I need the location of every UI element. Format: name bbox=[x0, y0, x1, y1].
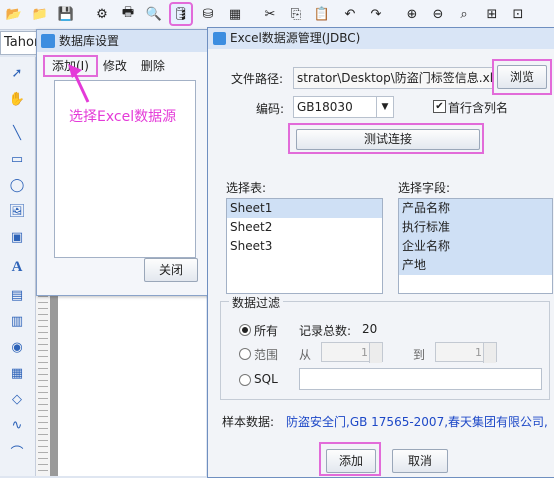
undo-icon[interactable]: ↶ bbox=[340, 4, 360, 24]
annotation-arrow bbox=[68, 64, 90, 103]
label-paper[interactable] bbox=[58, 296, 206, 476]
dialog-title-bar: 数据库设置 bbox=[37, 30, 207, 52]
database-icon[interactable]: 🛢 bbox=[169, 2, 193, 26]
arc-tool-icon[interactable]: ⌒ bbox=[7, 441, 27, 461]
main-toolbar: 📂 📁 💾 ⚙ 🖶 🔍 🛢 ⛁ ▦ ✂ ⎘ 📋 ↶ ↷ ⊕ ⊖ ⌕ ⊞ ⊡ bbox=[0, 0, 554, 30]
cut-icon[interactable]: ✂ bbox=[260, 4, 280, 24]
field-item[interactable]: 企业名称 bbox=[399, 237, 552, 256]
to-label: 到 bbox=[413, 348, 426, 362]
from-stepper[interactable]: 1 bbox=[321, 342, 383, 363]
radio-range[interactable] bbox=[239, 348, 251, 360]
dialog-title: Excel数据源管理(JDBC) bbox=[230, 31, 361, 45]
field-item[interactable]: 执行标准 bbox=[399, 218, 552, 237]
from-label: 从 bbox=[299, 348, 312, 362]
record-total-label: 记录总数: bbox=[299, 324, 352, 338]
picture-tool-icon[interactable]: ▣ bbox=[7, 227, 27, 247]
fit-window-icon[interactable]: ⊞ bbox=[482, 4, 502, 24]
rectangle-tool-icon[interactable]: ▭ bbox=[7, 149, 27, 169]
sample-data: 防盗安全门,GB 17565-2007,春天集团有限公司, bbox=[286, 415, 548, 429]
radio-range-label: 范围 bbox=[254, 348, 279, 362]
grid-icon[interactable]: ▦ bbox=[225, 4, 245, 24]
to-stepper[interactable]: 1 bbox=[435, 342, 497, 363]
field-item[interactable]: 产品名称 bbox=[399, 199, 552, 218]
rfid-tool-icon[interactable]: ▥ bbox=[7, 311, 27, 331]
tables-label: 选择表: bbox=[226, 181, 267, 195]
dialog-title-bar: Excel数据源管理(JDBC) bbox=[208, 28, 554, 49]
annotation-label: 选择Excel数据源 bbox=[69, 109, 177, 125]
radio-sql-label: SQL bbox=[254, 372, 278, 386]
table-list[interactable]: Sheet1 Sheet2 Sheet3 bbox=[226, 198, 383, 294]
pointer-icon[interactable]: ➚ bbox=[7, 63, 27, 83]
from-value: 1 bbox=[361, 346, 368, 359]
open-folder-icon[interactable]: 📂 bbox=[4, 4, 24, 24]
chevron-down-icon[interactable]: ▼ bbox=[376, 97, 393, 117]
first-row-label: 首行含列名 bbox=[448, 101, 509, 115]
qrcode-tool-icon[interactable]: ▦ bbox=[7, 363, 27, 383]
radio-all-label: 所有 bbox=[254, 324, 279, 338]
zoom-out-icon[interactable]: ⊖ bbox=[428, 4, 448, 24]
line-tool-icon[interactable]: ╲ bbox=[7, 123, 27, 143]
browse-highlight bbox=[492, 59, 552, 95]
field-item[interactable]: 产地 bbox=[399, 256, 552, 275]
polygon-tool-icon[interactable]: ◇ bbox=[7, 389, 27, 409]
save-icon[interactable]: 💾 bbox=[56, 4, 76, 24]
actual-size-icon[interactable]: ⊡ bbox=[508, 4, 528, 24]
table-item[interactable]: Sheet1 bbox=[227, 199, 382, 218]
add-highlight bbox=[319, 442, 381, 476]
sample-label: 样本数据: bbox=[222, 415, 275, 429]
dialog-title: 数据库设置 bbox=[59, 34, 120, 48]
menu-modify[interactable]: 修改 bbox=[96, 57, 134, 75]
radio-all[interactable] bbox=[239, 324, 251, 336]
image-tool-icon[interactable]: 🖼 bbox=[7, 201, 27, 221]
excel-datasource-dialog: Excel数据源管理(JDBC) 文件路径: strator\Desktop\防… bbox=[207, 27, 554, 478]
first-row-checkbox[interactable]: ✔ bbox=[433, 100, 446, 113]
filter-group-label: 数据过滤 bbox=[229, 294, 284, 311]
text-tool-icon[interactable]: A bbox=[7, 257, 27, 277]
copy-icon[interactable]: ⎘ bbox=[286, 4, 306, 24]
file-path-field[interactable]: strator\Desktop\防盗门标签信息.xls bbox=[293, 67, 494, 89]
ellipse-tool-icon[interactable]: ◯ bbox=[7, 175, 27, 195]
print-icon[interactable]: 🖶 bbox=[118, 4, 138, 24]
table-item[interactable]: Sheet2 bbox=[227, 218, 382, 237]
test-highlight bbox=[288, 123, 484, 154]
redo-icon[interactable]: ↷ bbox=[366, 4, 386, 24]
shape-tool-icon[interactable]: ◉ bbox=[7, 337, 27, 357]
table-item[interactable]: Sheet3 bbox=[227, 237, 382, 256]
tool-palette: ➚ ✋ ╲ ▭ ◯ 🖼 ▣ A ▤ ▥ ◉ ▦ ◇ ∿ ⌒ bbox=[0, 57, 36, 476]
filter-group: 数据过滤 所有 记录总数: 20 范围 从 1 到 1 SQL bbox=[220, 294, 550, 400]
close-button[interactable]: 关闭 bbox=[144, 258, 198, 282]
field-list[interactable]: 产品名称 执行标准 企业名称 产地 bbox=[398, 198, 553, 294]
encoding-select[interactable]: GB18030 ▼ bbox=[293, 96, 394, 118]
encoding-label: 编码: bbox=[256, 102, 285, 116]
zoom-page-icon[interactable]: 🔍 bbox=[144, 4, 164, 24]
paste-icon[interactable]: 📋 bbox=[312, 4, 332, 24]
to-value: 1 bbox=[475, 346, 482, 359]
sql-input[interactable] bbox=[299, 368, 542, 390]
stepper-arrows[interactable] bbox=[369, 343, 382, 363]
app-icon bbox=[41, 34, 55, 48]
pan-icon[interactable]: ✋ bbox=[7, 89, 27, 109]
record-total-value: 20 bbox=[362, 322, 378, 336]
curve-tool-icon[interactable]: ∿ bbox=[7, 415, 27, 435]
radio-sql[interactable] bbox=[239, 374, 251, 386]
zoom-in-icon[interactable]: ⊕ bbox=[402, 4, 422, 24]
gear-icon[interactable]: ⚙ bbox=[92, 4, 112, 24]
open-folder-icon[interactable]: 📁 bbox=[30, 4, 50, 24]
encoding-value: GB18030 bbox=[297, 100, 353, 114]
barcode-tool-icon[interactable]: ▤ bbox=[7, 285, 27, 305]
vertical-ruler bbox=[36, 296, 51, 476]
zoom-fit-icon[interactable]: ⌕ bbox=[454, 4, 474, 24]
app-icon bbox=[213, 32, 226, 45]
path-label: 文件路径: bbox=[231, 72, 284, 86]
cancel-button[interactable]: 取消 bbox=[392, 449, 448, 473]
stepper-arrows[interactable] bbox=[483, 343, 496, 363]
fields-label: 选择字段: bbox=[398, 181, 451, 195]
label-db-icon[interactable]: ⛁ bbox=[198, 4, 218, 24]
menu-delete[interactable]: 删除 bbox=[134, 57, 172, 75]
